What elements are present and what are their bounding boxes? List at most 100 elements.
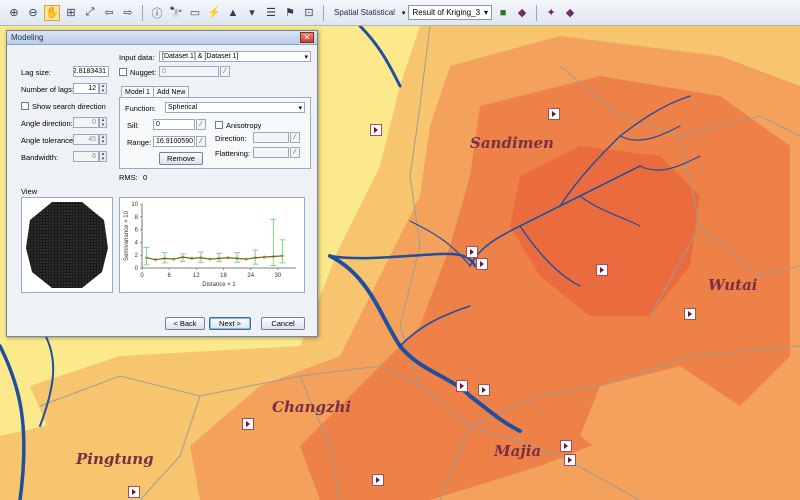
- angle-tolerance-stepper[interactable]: ▴ ▾: [99, 134, 107, 145]
- forward-arrow-icon[interactable]: ⇨: [120, 5, 136, 21]
- sample-point-marker[interactable]: [564, 454, 576, 466]
- y-tick-label: 2: [135, 253, 139, 259]
- extension-dropdown-arrow-icon[interactable]: ▾: [402, 9, 406, 17]
- flattening-pick-icon[interactable]: ⁄: [290, 147, 300, 158]
- fixed-zoom-icon[interactable]: ⤢: [82, 5, 98, 21]
- place-label-pingtung: Pingtung: [76, 450, 154, 468]
- result-layer-dropdown[interactable]: Result of Kriging_3 ▾: [408, 5, 493, 20]
- sill-input[interactable]: 0: [153, 119, 195, 130]
- place-label-majia: Majia: [494, 442, 542, 460]
- zoom-out-icon[interactable]: ⊖: [25, 5, 41, 21]
- measure-icon[interactable]: ▭: [187, 5, 203, 21]
- sample-point-marker[interactable]: [548, 108, 560, 120]
- tab-add-new[interactable]: Add New: [153, 86, 190, 97]
- result-layer-value: Result of Kriging_3: [412, 8, 481, 17]
- x-axis-label: Distance × 1: [202, 282, 236, 288]
- range-pick-icon[interactable]: ⁄: [196, 136, 206, 147]
- x-tick-label: 30: [275, 273, 282, 279]
- place-label-sandimen: Sandimen: [470, 134, 554, 152]
- angle-tolerance-input[interactable]: 45: [73, 134, 99, 145]
- cancel-button[interactable]: Cancel: [261, 317, 305, 330]
- direction-label: Direction:: [215, 134, 247, 143]
- lag-size-input[interactable]: 2.8183431: [73, 66, 109, 77]
- show-search-direction-checkbox[interactable]: [21, 102, 29, 110]
- layout-icon[interactable]: ⚑: [282, 5, 298, 21]
- find-icon[interactable]: 🔭: [168, 5, 184, 21]
- back-arrow-icon[interactable]: ⇦: [101, 5, 117, 21]
- sample-point-marker[interactable]: [128, 486, 140, 498]
- place-label-wutai: Wutai: [708, 276, 758, 294]
- sample-point-marker[interactable]: [684, 308, 696, 320]
- bandwidth-stepper[interactable]: ▴ ▾: [99, 151, 107, 162]
- sample-point-marker[interactable]: [370, 124, 382, 136]
- select-features-icon[interactable]: ▲: [225, 5, 241, 21]
- extension-label[interactable]: Spatial Statistical: [330, 8, 399, 17]
- sample-point-marker[interactable]: [466, 246, 478, 258]
- zoom-in-icon[interactable]: ⊕: [6, 5, 22, 21]
- number-of-lags-input[interactable]: 12: [73, 83, 99, 94]
- y-tick-label: 8: [135, 215, 139, 221]
- dialog-title-bar[interactable]: Modeling: [7, 31, 317, 45]
- show-search-direction-label: Show search direction: [32, 102, 106, 111]
- toolbar-separator: [536, 4, 538, 21]
- time-slider-icon[interactable]: ⊡: [301, 5, 317, 21]
- sample-point-marker[interactable]: [560, 440, 572, 452]
- nugget-checkbox[interactable]: [119, 68, 127, 76]
- chevron-down-icon: ▾: [304, 53, 308, 61]
- y-axis-label: Semivariance × 10: [124, 210, 130, 261]
- flattening-input[interactable]: [253, 147, 289, 158]
- close-icon[interactable]: ✕: [300, 32, 314, 43]
- html-popup-icon[interactable]: ☰: [263, 5, 279, 21]
- pan-hand-icon[interactable]: ✋: [44, 4, 60, 21]
- settings-cube-icon[interactable]: ◆: [562, 5, 578, 21]
- next-button[interactable]: Next >: [209, 317, 251, 330]
- cube-icon[interactable]: ◆: [514, 5, 530, 21]
- range-input[interactable]: 16.9100590: [153, 136, 195, 147]
- sill-pick-icon[interactable]: ⁄: [196, 119, 206, 130]
- bandwidth-input[interactable]: 6: [73, 151, 99, 162]
- sample-point-marker[interactable]: [242, 418, 254, 430]
- x-tick-label: 6: [168, 273, 172, 279]
- number-of-lags-stepper[interactable]: ▴ ▾: [99, 83, 107, 94]
- identify-icon[interactable]: ⓘ: [149, 5, 165, 21]
- angle-direction-input[interactable]: 0: [73, 117, 99, 128]
- nugget-pick-icon[interactable]: ⁄: [220, 66, 230, 77]
- place-label-changzhi: Changzhi: [272, 398, 352, 416]
- clear-selection-icon[interactable]: ▾: [244, 5, 260, 21]
- input-data-label: Input data:: [119, 53, 155, 62]
- bandwidth-label: Bandwidth:: [21, 153, 59, 162]
- direction-pick-icon[interactable]: ⁄: [290, 132, 300, 143]
- nugget-input[interactable]: 0: [159, 66, 219, 77]
- x-tick-label: 0: [140, 273, 144, 279]
- tools-icon[interactable]: ✦: [543, 5, 559, 21]
- semivariogram-chart: 0 6 12 18 24 30 0 2 4 6 8 10 Distance × 1 Semivarianc…: [119, 197, 305, 293]
- sample-point-marker[interactable]: [476, 258, 488, 270]
- angle-direction-stepper[interactable]: ▴ ▾: [99, 117, 107, 128]
- toolbar-separator: [142, 4, 143, 21]
- number-of-lags-label: Number of lags:: [21, 85, 74, 94]
- anisotropy-checkbox[interactable]: [215, 121, 223, 129]
- remove-button[interactable]: Remove: [159, 152, 203, 165]
- sample-point-marker[interactable]: [456, 380, 468, 392]
- x-tick-label: 18: [220, 273, 227, 279]
- input-data-dropdown[interactable]: [Dataset 1] & [Dataset 1] ▾: [159, 51, 311, 62]
- sill-label: Sill:: [127, 121, 140, 130]
- anisotropy-label: Anisotropy: [226, 121, 262, 130]
- full-extent-icon[interactable]: ⊞: [63, 5, 79, 21]
- function-dropdown[interactable]: Spherical ▾: [165, 102, 305, 113]
- back-button[interactable]: < Back: [165, 317, 205, 330]
- sample-point-marker[interactable]: [596, 264, 608, 276]
- modeling-dialog: Modeling ✕ Input data: [Dataset 1] & [Da…: [6, 30, 318, 337]
- direction-input[interactable]: [253, 132, 289, 143]
- sample-point-marker[interactable]: [372, 474, 384, 486]
- hyperlink-icon[interactable]: ⚡: [206, 5, 222, 21]
- angle-direction-label: Angle direction:: [21, 119, 73, 128]
- range-label: Range:: [127, 138, 152, 147]
- tab-model-1[interactable]: Model 1: [121, 86, 154, 97]
- create-layer-icon[interactable]: ■: [495, 5, 511, 21]
- semivariogram-plot: 0 6 12 18 24 300246810Distance × 1Semivarianc…: [124, 202, 296, 288]
- sample-point-marker[interactable]: [478, 384, 490, 396]
- main-toolbar: ⊕ ⊖ ✋ ⊞ ⤢ ⇦ ⇨ ⓘ 🔭 ▭ ⚡ ▲ ▾ ☰ ⚑ ⊡ Spatial …: [0, 0, 800, 26]
- y-tick-label: 10: [131, 202, 138, 208]
- view-label: View: [21, 187, 38, 196]
